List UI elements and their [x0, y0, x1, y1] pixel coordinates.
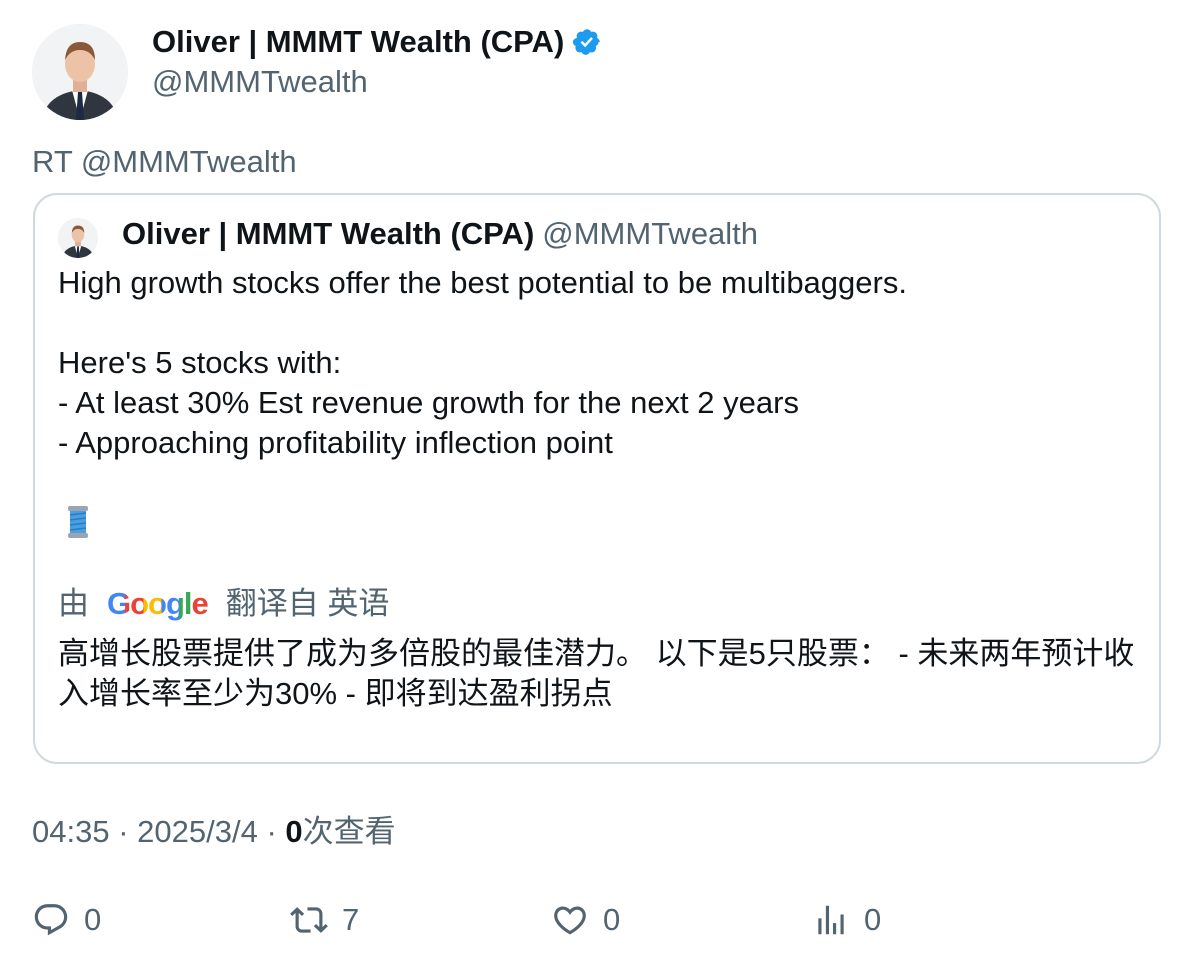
- analytics-icon: [818, 905, 844, 935]
- retweet-button[interactable]: 7: [290, 896, 359, 944]
- quoted-author[interactable]: Oliver | MMMT Wealth (CPA) @MMMTwealth: [122, 214, 758, 254]
- views-label: 次查看: [302, 814, 396, 849]
- tweet-meta: 04:35 · 2025/3/4 · 0次查看: [32, 812, 396, 852]
- quoted-line: Here's 5 stocks with:: [58, 345, 342, 380]
- translated-text: 高增长股票提供了成为多倍股的最佳潜力。 以下是5只股票： - 未来两年预计收入增…: [58, 636, 1135, 711]
- like-count: 0: [603, 902, 621, 937]
- meta-separator: ·: [118, 814, 129, 849]
- retweet-icon: [290, 907, 328, 933]
- translation-prefix: 由: [58, 586, 89, 621]
- reply-icon: [34, 904, 68, 936]
- meta-separator: ·: [266, 814, 277, 849]
- quoted-line: [58, 303, 1148, 343]
- retweet-text: RT @MMMTwealth: [32, 144, 297, 179]
- views-count: 0: [285, 814, 303, 849]
- views-action-count: 0: [864, 902, 882, 937]
- views-button[interactable]: 0: [812, 896, 881, 944]
- author-avatar[interactable]: [32, 24, 128, 120]
- retweet-count: 7: [342, 902, 360, 937]
- quoted-line: - Approaching profitability inflection p…: [58, 425, 613, 460]
- author-handle[interactable]: @MMMTwealth: [152, 62, 368, 102]
- translation-attribution[interactable]: 由 Google 翻译自 英语: [58, 584, 389, 624]
- google-logo: Google: [107, 584, 209, 624]
- reply-count: 0: [84, 902, 102, 937]
- verified-badge-icon: [572, 27, 602, 57]
- quoted-handle[interactable]: @MMMTwealth: [542, 216, 758, 251]
- quoted-author-avatar[interactable]: [58, 218, 98, 258]
- tweet-date[interactable]: 2025/3/4: [137, 814, 258, 849]
- translation-suffix: 翻译自 英语: [225, 586, 390, 621]
- quoted-line: - At least 30% Est revenue growth for th…: [58, 385, 799, 420]
- heart-icon: [554, 906, 586, 935]
- quoted-display-name[interactable]: Oliver | MMMT Wealth (CPA): [122, 216, 534, 251]
- tweet-time[interactable]: 04:35: [32, 814, 110, 849]
- like-button[interactable]: 0: [551, 896, 620, 944]
- author-name[interactable]: Oliver | MMMT Wealth (CPA): [152, 22, 602, 62]
- google-wordmark: Google: [107, 584, 209, 624]
- author-display-name[interactable]: Oliver | MMMT Wealth (CPA): [152, 22, 564, 62]
- reply-button[interactable]: 0: [32, 896, 101, 944]
- quoted-tweet-text: High growth stocks offer the best potent…: [58, 263, 1148, 463]
- quoted-line: High growth stocks offer the best potent…: [58, 265, 907, 300]
- thread-spool-icon: [60, 502, 96, 542]
